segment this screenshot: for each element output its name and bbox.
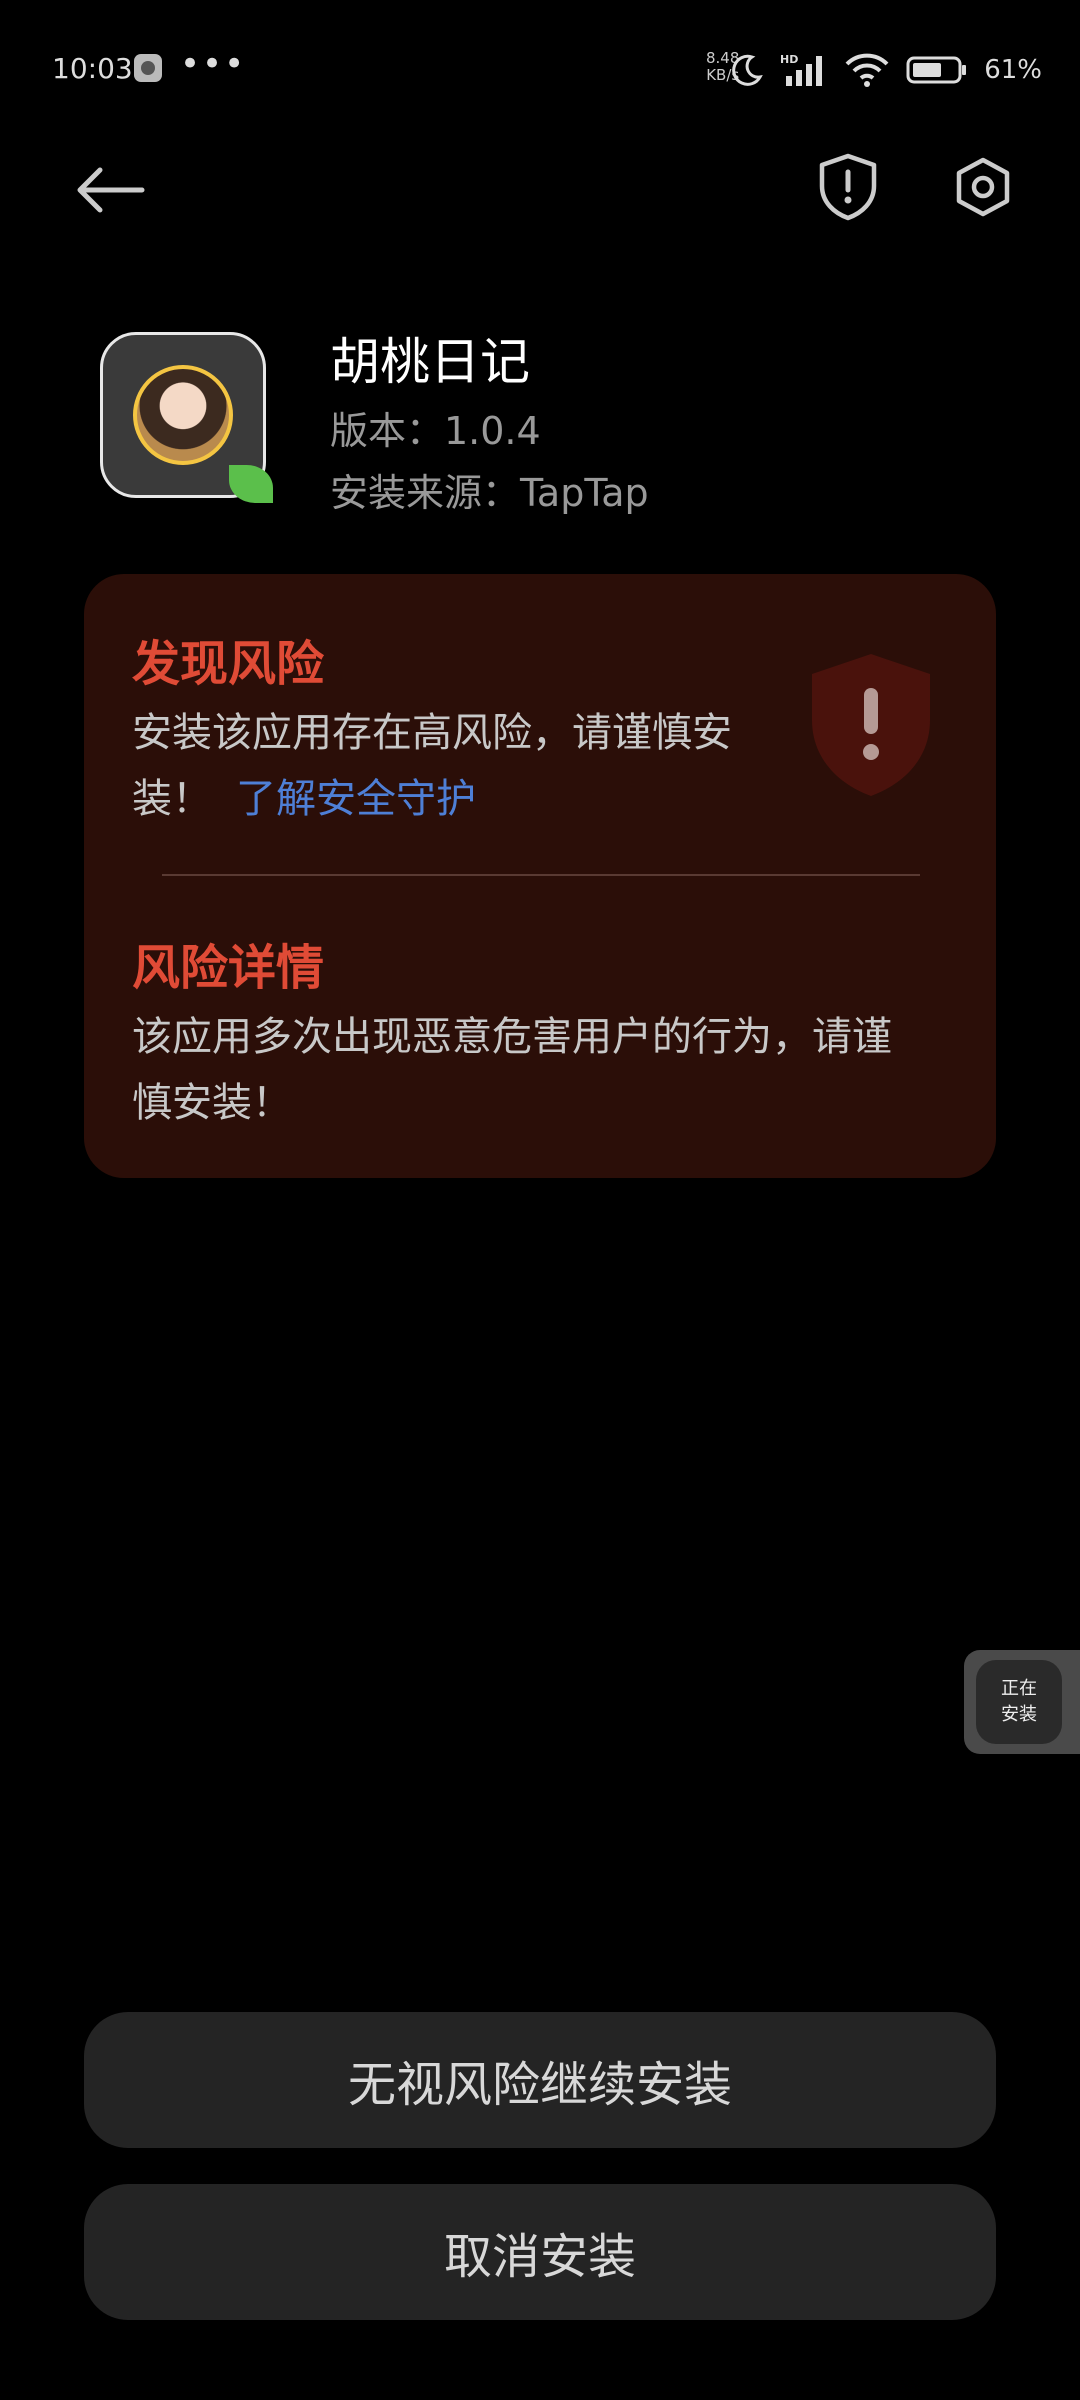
app-avatar-image: [133, 365, 233, 465]
settings-hexagon-icon: [956, 157, 1010, 217]
settings-button[interactable]: [952, 156, 1014, 218]
card-divider: [162, 874, 920, 876]
shield-alert-icon: [819, 153, 877, 221]
compass-notification-icon: [134, 54, 162, 82]
status-bar: 10:03 ••• 8.48 KB/s HD 61%: [0, 0, 1080, 140]
installing-thumbnail: 正在安装: [976, 1660, 1062, 1744]
security-shield-button[interactable]: [816, 152, 880, 222]
more-notifications-icon: •••: [180, 44, 247, 84]
app-name: 胡桃日记: [330, 333, 530, 391]
continue-install-button[interactable]: 无视风险继续安装: [84, 2012, 996, 2148]
app-icon: [100, 332, 273, 503]
risk-shield-icon: [812, 654, 930, 796]
app-version: 版本：1.0.4: [330, 409, 541, 453]
status-icons: HD 61%: [730, 50, 1042, 90]
leaf-badge-icon: [229, 465, 273, 503]
risk-warning-card: 发现风险 安装该应用存在高风险，请谨慎安装！ 了解安全守护 风险详情 该应用多次出…: [84, 574, 996, 1178]
installing-float-bubble[interactable]: 正在安装: [964, 1650, 1080, 1754]
app-install-source: 安装来源：TapTap: [330, 471, 649, 515]
risk-message: 安装该应用存在高风险，请谨慎安装！ 了解安全守护: [132, 700, 732, 832]
risk-detail-title: 风险详情: [132, 940, 325, 996]
back-arrow-icon: [77, 167, 145, 213]
moon-icon: [732, 54, 764, 86]
battery-percent: 61%: [984, 55, 1042, 85]
status-time: 10:03: [52, 52, 133, 85]
installing-label: 正在安装: [1001, 1678, 1037, 1725]
risk-title: 发现风险: [132, 636, 325, 692]
wifi-icon: [845, 53, 889, 87]
cancel-install-button[interactable]: 取消安装: [84, 2184, 996, 2320]
back-button[interactable]: [72, 152, 152, 232]
learn-security-link[interactable]: 了解安全守护: [236, 776, 476, 822]
svg-text:HD: HD: [780, 53, 798, 66]
battery-icon: [906, 56, 967, 84]
hd-signal-icon: HD: [780, 53, 823, 86]
risk-detail-text: 该应用多次出现恶意危害用户的行为，请谨慎安装！: [132, 1014, 892, 1126]
